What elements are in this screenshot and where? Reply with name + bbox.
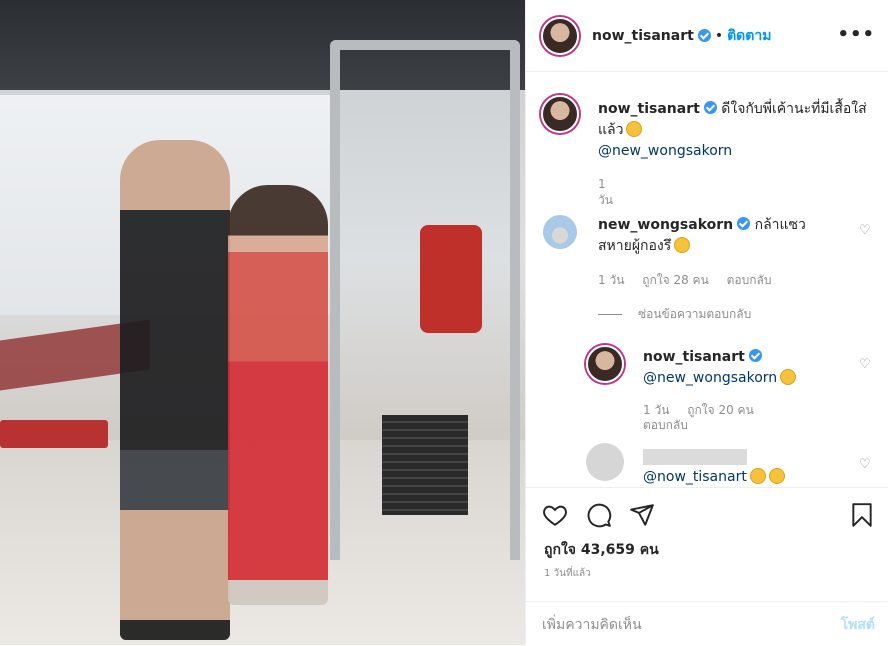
grin-emoji-icon [626, 121, 643, 137]
post-comment-button[interactable]: โพสต์ [841, 614, 875, 636]
grin-sweat-emoji-icon [749, 468, 766, 484]
like-heart-icon[interactable] [542, 502, 568, 528]
author-avatar[interactable] [541, 16, 579, 55]
caption-avatar[interactable] [541, 95, 579, 133]
caption-time[interactable]: 1 วัน [598, 177, 613, 207]
comment-bubble-icon[interactable] [586, 502, 612, 528]
rofl-emoji-icon [768, 468, 785, 484]
photo-man [120, 140, 230, 640]
caption-body: now_tisanart ดีใจกับพี่เค้านะที่มีเสื้อใ… [598, 99, 878, 162]
comment-input[interactable] [542, 614, 812, 636]
follow-button[interactable]: ติดตาม [727, 25, 771, 47]
verified-icon [697, 29, 711, 42]
comment-composer: โพสต์ [526, 601, 888, 646]
reply-likes[interactable]: ถูกใจ 20 คน [687, 403, 754, 417]
more-options-icon[interactable]: ••• [837, 24, 875, 45]
reply-like-icon[interactable]: ♡ [859, 357, 871, 372]
comments-list[interactable]: now_tisanart ดีใจกับพี่เค้านะที่มีเสื้อใ… [526, 73, 888, 487]
comment-likes[interactable]: ถูกใจ 28 คน [642, 273, 709, 287]
post-actions: ถูกใจ 43,659 คน 1 วันที่แล้ว โพสต์ [526, 487, 888, 645]
hide-replies-label: ซ่อนข้อความตอบกลับ [638, 307, 752, 321]
hide-replies-button[interactable]: ซ่อนข้อความตอบกลับ [598, 305, 751, 324]
caption-mention[interactable]: @new_wongsakorn [598, 143, 732, 159]
verified-icon [737, 217, 751, 230]
laughing-emoji-icon [780, 369, 797, 385]
author-username[interactable]: now_tisanart [592, 28, 694, 44]
reply-body: now_tisanart @new_wongsakorn [643, 347, 843, 389]
reply-avatar[interactable] [586, 443, 624, 481]
smirk-emoji-icon [674, 237, 691, 253]
separator-dot: • [714, 27, 724, 44]
post-time[interactable]: 1 วันที่แล้ว [544, 566, 591, 581]
reply-username[interactable]: now_tisanart [643, 349, 745, 365]
reply-body: @now_tisanart [643, 467, 843, 487]
photo-bench [0, 420, 108, 448]
photo-weight-stack [382, 415, 468, 515]
photo-woman [228, 185, 328, 605]
reply-mention[interactable]: @new_wongsakorn [643, 370, 777, 386]
comment-avatar[interactable] [543, 215, 577, 249]
photo-red-pad [420, 225, 482, 333]
comment-reply-button[interactable]: ตอบกลับ [727, 273, 772, 287]
instagram-post: now_tisanart • ติดตาม ••• now_tisanart ด… [0, 0, 888, 645]
share-send-icon[interactable] [629, 502, 655, 528]
comment-time[interactable]: 1 วัน [598, 273, 624, 287]
caption-username[interactable]: now_tisanart [598, 101, 700, 117]
post-side-panel: now_tisanart • ติดตาม ••• now_tisanart ด… [525, 0, 888, 645]
post-header: now_tisanart • ติดตาม ••• [526, 0, 888, 72]
caption-meta: 1 วัน [598, 177, 627, 210]
comment-like-icon[interactable]: ♡ [859, 223, 871, 238]
reply-reply-button[interactable]: ตอบกลับ [643, 418, 688, 432]
reply-meta: 1 วัน ถูกใจ 20 คน ตอบกลับ [643, 403, 773, 433]
verified-icon [703, 101, 717, 114]
reply-mention[interactable]: @now_tisanart [643, 469, 747, 485]
hide-replies-line [598, 314, 622, 315]
comment-body: new_wongsakorn กล้าแซวสหายผู้กองรึ [598, 215, 838, 257]
post-photo[interactable] [0, 0, 525, 645]
reply-avatar[interactable] [586, 345, 624, 383]
reply-time[interactable]: 1 วัน [643, 403, 669, 417]
likes-count[interactable]: ถูกใจ 43,659 คน [544, 539, 659, 561]
redacted-username [643, 449, 747, 465]
save-bookmark-icon[interactable] [849, 502, 875, 528]
comment-meta: 1 วัน ถูกใจ 28 คน ตอบกลับ [598, 271, 785, 290]
verified-icon [748, 349, 762, 362]
comment-username[interactable]: new_wongsakorn [598, 217, 733, 233]
reply-like-icon[interactable]: ♡ [859, 457, 871, 472]
